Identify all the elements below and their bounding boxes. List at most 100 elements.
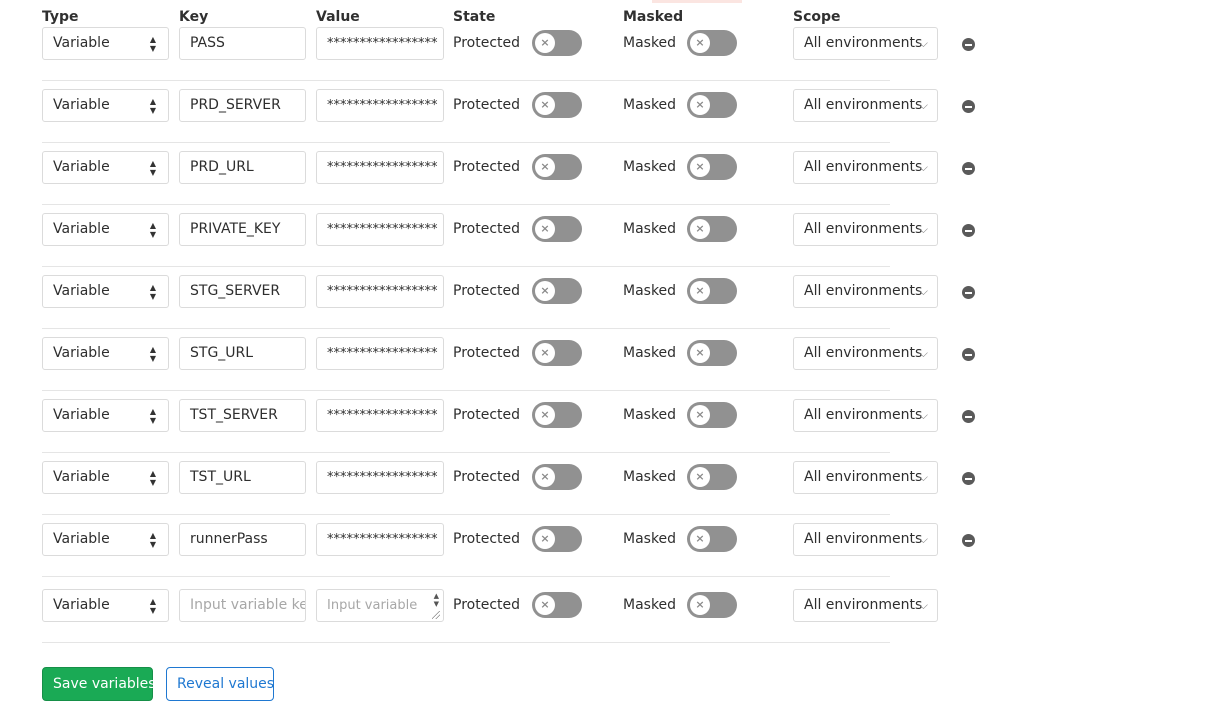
variable-row: Variable ▲ ▼ PRIVATE_KEY ****************… (0, 208, 1206, 270)
value-input-value: ***************** (327, 346, 438, 361)
protected-toggle[interactable]: × (532, 592, 582, 618)
value-input[interactable]: ***************** (316, 337, 444, 370)
close-icon: × (690, 467, 710, 487)
scope-value: All environments (804, 221, 923, 237)
type-select[interactable]: Variable ▲ ▼ (42, 275, 169, 308)
type-select[interactable]: Variable ▲ ▼ (42, 89, 169, 122)
masked-toggle[interactable]: × (687, 592, 737, 618)
remove-variable-button[interactable] (962, 162, 975, 175)
type-select[interactable]: Variable ▲ ▼ (42, 399, 169, 432)
value-input[interactable]: ***************** (316, 523, 444, 556)
protected-toggle[interactable]: × (532, 92, 582, 118)
scope-dropdown[interactable]: All environments ⌵ (793, 275, 938, 308)
type-select[interactable]: Variable ▲ ▼ (42, 27, 169, 60)
protected-toggle[interactable]: × (532, 340, 582, 366)
masked-toggle[interactable]: × (687, 278, 737, 304)
masked-label: Masked (623, 597, 677, 613)
protected-toggle[interactable]: × (532, 278, 582, 304)
remove-variable-button[interactable] (962, 348, 975, 361)
key-input-value: PASS (190, 35, 225, 51)
value-input[interactable]: ***************** (316, 275, 444, 308)
masked-toggle[interactable]: × (687, 464, 737, 490)
sort-arrows-icon: ▲ ▼ (149, 406, 156, 425)
sort-arrows-icon: ▲ ▼ (149, 468, 156, 487)
remove-variable-button[interactable] (962, 472, 975, 485)
scope-dropdown[interactable]: All environments ⌵ (793, 213, 938, 246)
key-input-value: PRD_SERVER (190, 97, 281, 113)
remove-variable-button[interactable] (962, 224, 975, 237)
type-select[interactable]: Variable ▲ ▼ (42, 213, 169, 246)
type-select[interactable]: Variable ▲ ▼ (42, 151, 169, 184)
masked-toggle[interactable]: × (687, 92, 737, 118)
protected-toggle[interactable]: × (532, 30, 582, 56)
row-divider (42, 266, 890, 267)
protected-toggle[interactable]: × (532, 154, 582, 180)
row-divider (42, 80, 890, 81)
key-input-value: STG_SERVER (190, 283, 281, 299)
remove-variable-button[interactable] (962, 286, 975, 299)
remove-variable-button[interactable] (962, 410, 975, 423)
masked-toggle[interactable]: × (687, 340, 737, 366)
protected-toggle[interactable]: × (532, 402, 582, 428)
remove-variable-button[interactable] (962, 534, 975, 547)
key-input[interactable]: STG_SERVER (179, 275, 306, 308)
key-input[interactable]: PRIVATE_KEY (179, 213, 306, 246)
value-input-value: ***************** (327, 408, 438, 423)
value-input[interactable]: ***************** (316, 27, 444, 60)
close-icon: × (690, 219, 710, 239)
scope-dropdown[interactable]: All environments ⌵ (793, 589, 938, 622)
key-input[interactable]: PRD_URL (179, 151, 306, 184)
protected-toggle[interactable]: × (532, 216, 582, 242)
scope-dropdown[interactable]: All environments ⌵ (793, 27, 938, 60)
variable-row: Variable ▲ ▼ TST_SERVER *****************… (0, 394, 1206, 456)
protected-toggle[interactable]: × (532, 526, 582, 552)
close-icon: × (535, 157, 555, 177)
close-icon: × (690, 157, 710, 177)
protected-toggle[interactable]: × (532, 464, 582, 490)
key-input[interactable]: TST_SERVER (179, 399, 306, 432)
scope-dropdown[interactable]: All environments ⌵ (793, 523, 938, 556)
value-input[interactable]: ***************** (316, 399, 444, 432)
type-select-value: Variable (53, 469, 110, 485)
type-select[interactable]: Variable ▲ ▼ (42, 589, 169, 622)
close-icon: × (535, 281, 555, 301)
remove-variable-button[interactable] (962, 100, 975, 113)
key-input[interactable]: runnerPass (179, 523, 306, 556)
row-divider (42, 576, 890, 577)
save-variables-button[interactable]: Save variables (42, 667, 156, 701)
scope-dropdown[interactable]: All environments ⌵ (793, 461, 938, 494)
variable-row: Variable ▲ ▼ runnerPass *****************… (0, 518, 1206, 580)
scope-dropdown[interactable]: All environments ⌵ (793, 399, 938, 432)
type-select[interactable]: Variable ▲ ▼ (42, 523, 169, 556)
key-input[interactable]: STG_URL (179, 337, 306, 370)
value-input[interactable]: ***************** (316, 151, 444, 184)
masked-toggle[interactable]: × (687, 402, 737, 428)
chevron-down-icon: ⌵ (918, 160, 928, 174)
key-input[interactable]: PASS (179, 27, 306, 60)
value-input[interactable]: ***************** (316, 461, 444, 494)
key-input[interactable]: TST_URL (179, 461, 306, 494)
scope-dropdown[interactable]: All environments ⌵ (793, 337, 938, 370)
type-select-value: Variable (53, 35, 110, 51)
masked-toggle[interactable]: × (687, 30, 737, 56)
scope-dropdown[interactable]: All environments ⌵ (793, 151, 938, 184)
masked-toggle[interactable]: × (687, 216, 737, 242)
value-input[interactable]: ***************** (316, 89, 444, 122)
masked-toggle[interactable]: × (687, 526, 737, 552)
type-select[interactable]: Variable ▲ ▼ (42, 337, 169, 370)
key-input[interactable]: Input variable ke (179, 589, 306, 622)
value-textarea[interactable]: Input variable ▲ ▼ (316, 589, 444, 622)
resize-grip-icon[interactable] (432, 611, 440, 619)
protected-label: Protected (453, 597, 520, 613)
remove-variable-button[interactable] (962, 38, 975, 51)
scope-dropdown[interactable]: All environments ⌵ (793, 89, 938, 122)
chevron-down-icon: ⌵ (918, 98, 928, 112)
type-select[interactable]: Variable ▲ ▼ (42, 461, 169, 494)
masked-label: Masked (623, 97, 677, 113)
reveal-values-button[interactable]: Reveal values (166, 667, 274, 701)
value-input[interactable]: ***************** (316, 213, 444, 246)
masked-toggle[interactable]: × (687, 154, 737, 180)
close-icon: × (535, 405, 555, 425)
key-input[interactable]: PRD_SERVER (179, 89, 306, 122)
row-divider (42, 204, 890, 205)
